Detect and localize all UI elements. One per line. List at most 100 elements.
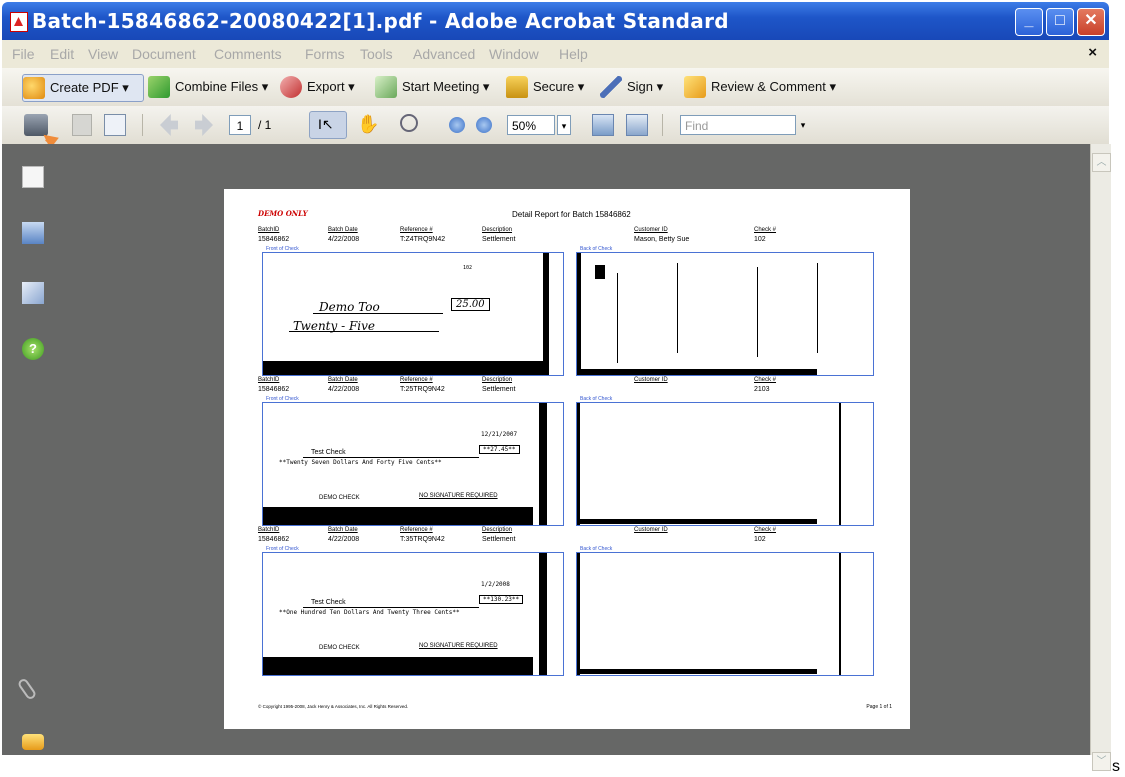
header-description: Description <box>482 527 513 533</box>
comments-panel-icon[interactable] <box>22 734 44 750</box>
check-image-front: 1/2/2008 Test Check **130.23** **One Hun… <box>262 552 564 676</box>
header-batch-date: Batch Date <box>328 377 358 383</box>
fit-width-icon[interactable] <box>592 114 614 136</box>
check-image-front: 12/21/2007 Test Check **27.45** **Twenty… <box>262 402 564 526</box>
window-title: Batch-15846862-20080422[1].pdf - Adobe A… <box>32 9 729 33</box>
signatures-panel-icon[interactable] <box>22 282 44 304</box>
help-icon[interactable]: ? <box>22 338 44 360</box>
vertical-scrollbar[interactable]: ︿ ﹀ <box>1090 144 1111 771</box>
review-comment-button[interactable]: Review & Comment ▾ <box>684 74 836 100</box>
report-title: Detail Report for Batch 15846862 <box>512 210 631 219</box>
row3-desc: Settlement <box>482 536 516 543</box>
scroll-down-icon[interactable]: ﹀ <box>1092 752 1111 771</box>
header-description: Description <box>482 377 513 383</box>
stray-text: s <box>1112 758 1120 775</box>
row1-check: 102 <box>754 236 766 243</box>
close-document-icon[interactable]: × <box>1088 44 1097 61</box>
zoom-tool-icon[interactable] <box>400 114 422 136</box>
header-description: Description <box>482 227 513 233</box>
menu-tools[interactable]: Tools <box>360 46 393 62</box>
header-batch-date: Batch Date <box>328 227 358 233</box>
menu-forms[interactable]: Forms <box>305 46 345 62</box>
menu-document[interactable]: Document <box>132 46 196 62</box>
header-batch-date: Batch Date <box>328 527 358 533</box>
meeting-icon <box>375 76 397 98</box>
hand-tool-icon[interactable]: ✋ <box>357 114 379 136</box>
header-batch-id: BatchID <box>258 527 280 533</box>
task-toolbar: Create PDF ▾ Combine Files ▾ Export ▾ St… <box>2 68 1109 107</box>
demo-watermark: DEMO ONLY <box>258 209 308 218</box>
page-of-footer: Page 1 of 1 <box>866 704 892 710</box>
header-batch-id: BatchID <box>258 227 280 233</box>
scroll-up-icon[interactable]: ︿ <box>1092 153 1111 172</box>
attachments-panel-icon[interactable] <box>16 677 38 701</box>
previous-page-icon[interactable] <box>160 114 178 136</box>
export-icon <box>280 76 302 98</box>
review-comment-icon <box>684 76 706 98</box>
email-icon[interactable] <box>104 114 126 136</box>
find-input[interactable]: Find <box>680 115 796 135</box>
maximize-button[interactable]: □ <box>1046 8 1074 36</box>
separator <box>662 114 663 136</box>
row3-ref: T:35TRQ9N42 <box>400 536 445 543</box>
zoom-level-field[interactable]: 50% <box>507 115 555 135</box>
bookmarks-panel-icon[interactable] <box>22 222 44 244</box>
pdf-document-icon <box>10 12 28 32</box>
menu-file[interactable]: File <box>12 46 35 62</box>
header-customer-id: Customer ID <box>634 527 668 533</box>
menu-advanced[interactable]: Advanced <box>413 46 475 62</box>
menu-edit[interactable]: Edit <box>50 46 74 62</box>
row1-date: 4/22/2008 <box>328 236 360 243</box>
sign-button[interactable]: Sign ▾ <box>600 74 663 100</box>
combine-files-button[interactable]: Combine Files ▾ <box>148 74 268 100</box>
menu-comments[interactable]: Comments <box>214 46 282 62</box>
header-check-number: Check # <box>754 527 777 533</box>
minimize-button[interactable]: _ <box>1015 8 1043 36</box>
export-button[interactable]: Export ▾ <box>280 74 355 100</box>
row1-desc: Settlement <box>482 236 516 243</box>
zoom-out-icon[interactable] <box>449 117 465 133</box>
save-icon[interactable] <box>72 114 92 136</box>
title-bar: Batch-15846862-20080422[1].pdf - Adobe A… <box>2 2 1109 40</box>
row2-check: 2103 <box>754 386 770 393</box>
menu-view[interactable]: View <box>88 46 118 62</box>
secure-button[interactable]: Secure ▾ <box>506 74 584 100</box>
combine-files-icon <box>148 76 170 98</box>
header-reference: Reference # <box>400 377 433 383</box>
check-image-back <box>576 552 874 676</box>
zoom-in-icon[interactable] <box>476 117 492 133</box>
zoom-dropdown-icon[interactable]: ▾ <box>557 115 571 135</box>
menu-help[interactable]: Help <box>559 46 588 62</box>
find-dropdown-icon[interactable]: ▾ <box>796 115 810 135</box>
row3-check: 102 <box>754 536 766 543</box>
row3-date: 4/22/2008 <box>328 536 360 543</box>
row1-ref: T:Z4TRQ9N42 <box>400 236 446 243</box>
menu-window[interactable]: Window <box>489 46 539 62</box>
navigation-toolbar: 1 / 1 I↖ ✋ 50% ▾ Find ▾ <box>2 106 1109 145</box>
start-meeting-button[interactable]: Start Meeting ▾ <box>375 74 489 100</box>
header-reference: Reference # <box>400 227 433 233</box>
select-tool-button[interactable]: I↖ <box>309 111 347 139</box>
row2-date: 4/22/2008 <box>328 386 360 393</box>
pages-panel-icon[interactable] <box>22 166 44 188</box>
document-workspace: ? DEMO ONLY Detail Report for Batch 1584… <box>2 144 1090 755</box>
header-customer-id: Customer ID <box>634 377 668 383</box>
next-page-icon[interactable] <box>195 114 213 136</box>
header-check-number: Check # <box>754 377 777 383</box>
row3-batch: 15846862 <box>258 536 290 543</box>
create-pdf-button[interactable]: Create PDF ▾ <box>22 74 144 102</box>
check-image-front: 102 Demo Too Twenty - Five 25.00 <box>262 252 564 376</box>
page-number-input[interactable]: 1 <box>229 115 251 135</box>
row2-desc: Settlement <box>482 386 516 393</box>
row1-customer: Mason, Betty Sue <box>634 236 690 243</box>
menu-bar: File Edit View Document Comments Forms T… <box>2 40 1109 69</box>
page-count: / 1 <box>258 118 272 132</box>
header-check-number: Check # <box>754 227 777 233</box>
fit-page-icon[interactable] <box>626 114 648 136</box>
pdf-page: DEMO ONLY Detail Report for Batch 158468… <box>224 189 910 729</box>
header-reference: Reference # <box>400 527 433 533</box>
text-cursor-icon: I↖ <box>318 116 334 132</box>
check-image-back <box>576 402 874 526</box>
separator <box>142 114 143 136</box>
close-button[interactable]: ✕ <box>1077 8 1105 36</box>
